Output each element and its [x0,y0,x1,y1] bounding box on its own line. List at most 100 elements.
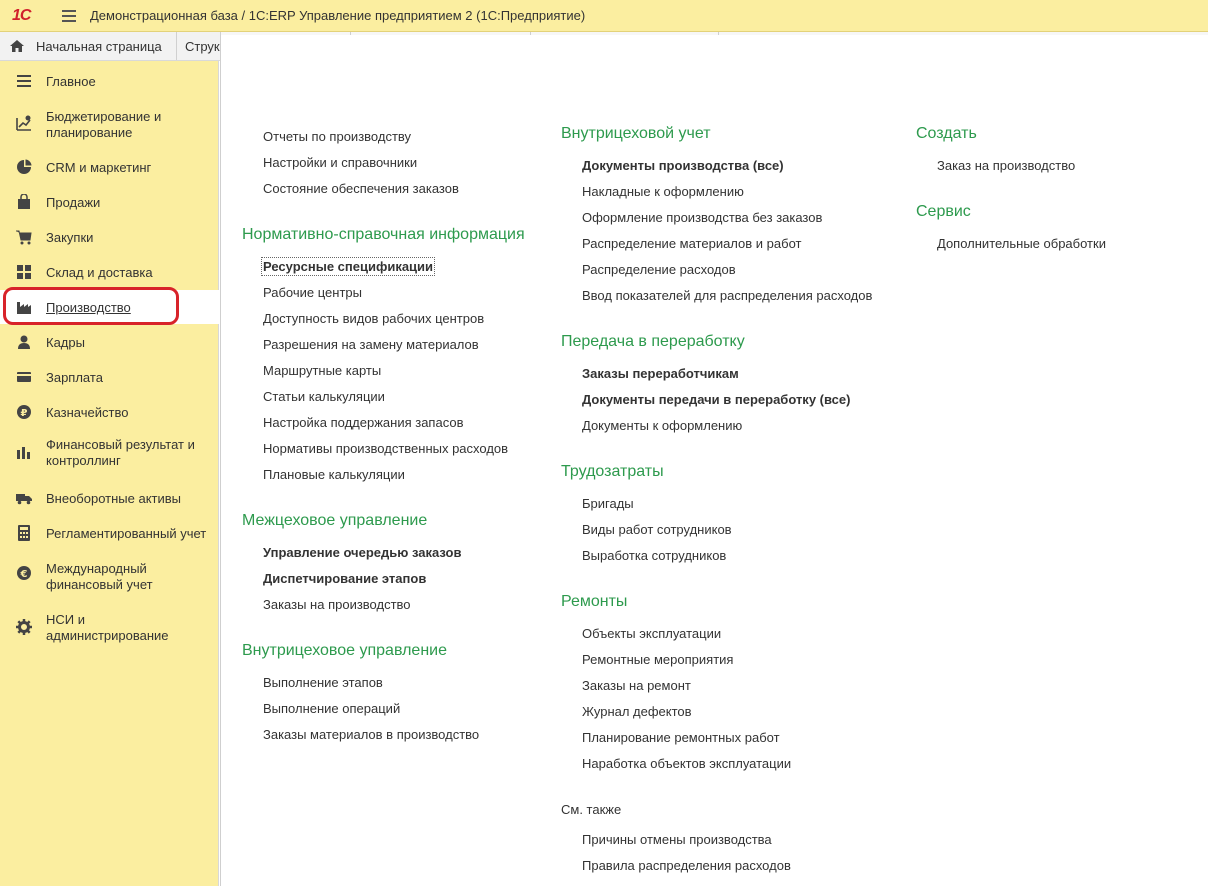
sidebar-item-crm[interactable]: CRM и маркетинг [0,154,219,180]
group-title-create: Создать [916,125,977,142]
link-processor-orders[interactable]: Заказы переработчикам [582,366,739,381]
link-employee-output[interactable]: Выработка сотрудников [582,548,726,563]
link-planned-costing[interactable]: Плановые калькуляции [263,467,405,482]
window-title: Демонстрационная база / 1С:ERP Управлени… [90,8,586,23]
link-brigades[interactable]: Бригады [582,496,634,511]
link-production-reports[interactable]: Отчеты по производству [263,129,411,144]
main-menu-icon[interactable] [58,6,82,26]
tab-home-label: Начальная страница [36,38,162,54]
link-repair-planning[interactable]: Планирование ремонтных работ [582,730,780,745]
link-invoices-pending[interactable]: Накладные к оформлению [582,184,744,199]
sidebar-item-label: CRM и маркетинг [46,160,152,175]
link-repair-orders[interactable]: Заказы на ремонт [582,678,691,693]
link-additional-processing[interactable]: Дополнительные обработки [937,236,1106,251]
budget-chart-icon [16,115,31,131]
link-create-production-order[interactable]: Заказ на производство [937,158,1075,173]
grid-icon [17,265,31,279]
tab-structure[interactable]: Структура предприятия [177,32,221,60]
link-route-maps[interactable]: Маршрутные карты [263,363,381,378]
sidebar-item-salary[interactable]: Зарплата [0,364,219,390]
sidebar-item-label: Бюджетирование и планирование [46,109,162,140]
sidebar-item-production[interactable]: Производство [0,290,220,324]
sidebar-item-treasury[interactable]: ₽ Казначейство [0,399,219,425]
group-title-nsi: Нормативно-справочная информация [242,226,525,243]
link-operation-objects[interactable]: Объекты эксплуатации [582,626,721,641]
tab-structure-label: Структура предприятия [185,38,220,54]
sidebar-item-warehouse[interactable]: Склад и доставка [0,259,219,285]
person-icon [18,335,30,349]
link-stage-dispatch[interactable]: Диспетчирование этапов [263,571,426,586]
link-production-norms[interactable]: Нормативы производственных расходов [263,441,508,456]
group-title-processing: Передача в переработку [561,333,745,350]
pie-chart-icon [17,159,32,174]
group-title-service: Сервис [916,203,971,220]
sidebar-item-admin[interactable]: НСИ и администрирование [0,606,219,643]
link-processing-docs[interactable]: Документы передачи в переработку (все) [582,392,850,407]
link-settings[interactable]: Настройки и справочники [263,155,417,170]
sidebar-item-label: Казначейство [46,405,129,420]
link-production-docs[interactable]: Документы производства (все) [582,158,784,173]
link-resource-specs[interactable]: Ресурсные спецификации [260,257,436,276]
link-material-distribution[interactable]: Распределение материалов и работ [582,236,801,251]
app-logo: 1С [12,6,31,24]
link-order-queue[interactable]: Управление очередью заказов [263,545,461,560]
shopping-bag-icon [18,194,30,209]
sidebar-item-assets[interactable]: Внеоборотные активы [0,485,219,511]
sidebar-item-label: Закупки [46,230,94,245]
link-cancel-reasons[interactable]: Причины отмены производства [582,832,772,847]
group-title-labor: Трудозатраты [561,463,664,480]
link-operation-execution[interactable]: Выполнение операций [263,701,400,716]
link-work-types[interactable]: Виды работ сотрудников [582,522,732,537]
sidebar-item-sales[interactable]: Продажи [0,189,219,215]
sidebar-item-label: Финансовый результат и контроллинг [46,437,195,468]
link-production-orders[interactable]: Заказы на производство [263,597,411,612]
home-icon [10,40,24,52]
factory-icon [17,302,31,314]
sidebar-item-label: НСИ и администрирование [46,612,169,643]
svg-text:₽: ₽ [21,408,28,419]
sidebar-item-budgeting[interactable]: Бюджетирование и планирование [0,106,219,142]
link-object-runtime[interactable]: Наработка объектов эксплуатации [582,756,791,771]
sidebar-item-ifrs[interactable]: € Международный финансовый учет [0,555,219,592]
link-indicator-input[interactable]: Ввод показателей для распределения расхо… [582,288,872,303]
title-bar: 1С Демонстрационная база / 1С:ERP Управл… [0,0,1208,32]
link-work-center-availability[interactable]: Доступность видов рабочих центров [263,311,484,326]
sidebar-item-label: Зарплата [46,370,103,385]
link-stock-settings[interactable]: Настройка поддержания запасов [263,415,463,430]
link-order-provision[interactable]: Состояние обеспечения заказов [263,181,459,196]
menu-lines-icon [17,75,31,87]
sidebar-item-regulated[interactable]: Регламентированный учет [0,520,219,546]
bar-chart-icon [17,447,30,459]
link-work-centers[interactable]: Рабочие центры [263,285,362,300]
sidebar-item-purchases[interactable]: Закупки [0,224,219,250]
link-production-no-orders[interactable]: Оформление производства без заказов [582,210,822,225]
sidebar-item-hr[interactable]: Кадры [0,329,219,355]
link-docs-pending[interactable]: Документы к оформлению [582,418,742,433]
sidebar-item-label: Производство [46,300,131,315]
sidebar-item-label: Склад и доставка [46,265,153,280]
sidebar-item-finresult[interactable]: Финансовый результат и контроллинг [0,434,219,470]
cart-icon [16,230,32,245]
link-defect-log[interactable]: Журнал дефектов [582,704,692,719]
sidebar-item-main[interactable]: Главное [0,71,219,97]
sections-sidebar: Главное Бюджетирование и планирование CR… [0,61,220,886]
link-stage-execution[interactable]: Выполнение этапов [263,675,383,690]
group-title-intershop: Межцеховое управление [242,512,428,529]
calculator-icon [18,525,30,541]
sidebar-item-label: Продажи [46,195,101,210]
link-distribution-rules[interactable]: Правила распределения расходов [582,858,791,873]
sidebar-item-label: Главное [46,74,96,89]
link-cost-items[interactable]: Статьи калькуляции [263,389,385,404]
gear-icon [16,619,32,635]
link-material-orders[interactable]: Заказы материалов в производство [263,727,479,742]
ruble-coin-icon: ₽ [17,405,31,419]
link-cost-distribution[interactable]: Распределение расходов [582,262,736,277]
link-repair-activities[interactable]: Ремонтные мероприятия [582,652,733,667]
sidebar-item-label: Международный финансовый учет [46,561,153,592]
group-title-repairs: Ремонты [561,593,628,610]
see-also-title: См. также [561,802,622,817]
sidebar-item-label: Внеоборотные активы [46,491,182,506]
svg-text:€: € [20,569,28,580]
tab-home[interactable]: Начальная страница [0,32,177,60]
link-material-replacement[interactable]: Разрешения на замену материалов [263,337,479,352]
